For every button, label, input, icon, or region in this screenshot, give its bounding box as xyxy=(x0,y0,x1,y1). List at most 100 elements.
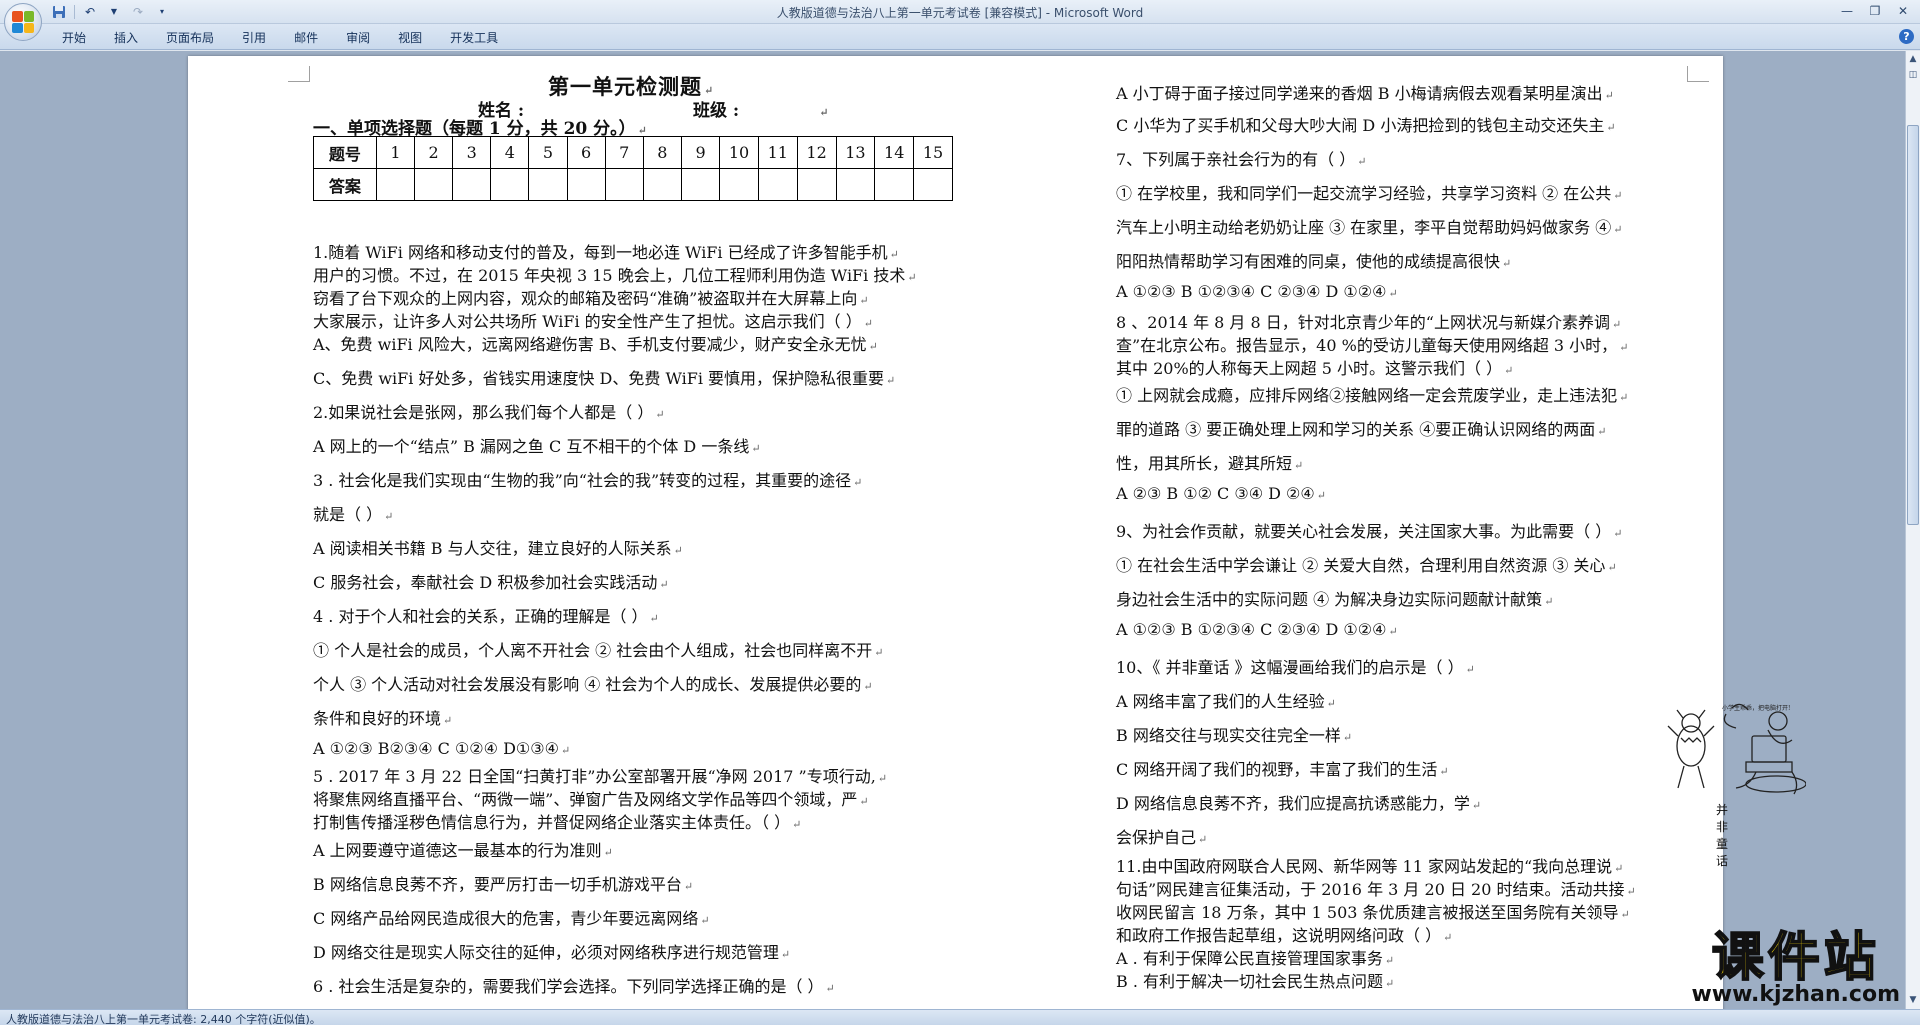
doc-text: C 小华为了买手机和父母大吵大闹 D 小涛把捡到的钱包主动交还失主 xyxy=(1116,116,1605,135)
answer-cell[interactable] xyxy=(452,168,492,201)
doc-text: 4 . 对于个人和社会的关系，正确的理解是（ ） xyxy=(313,607,648,626)
answer-cell[interactable] xyxy=(796,168,837,201)
doc-text: 个人 ③ 个人活动对社会发展没有影响 ④ 社会为个人的成长、发展提供必要的 xyxy=(313,675,862,694)
doc-text: A ①②③ B ①②③④ C ②③④ D ①②④ xyxy=(1116,620,1387,639)
doc-text: 查”在北京公布。报告显示，40 %的受访儿童每天使用网络超 3 小时， xyxy=(1116,336,1618,355)
doc-text: 10、《 并非童话 》这幅漫画给我们的启示是（ ） xyxy=(1116,658,1464,677)
doc-text: 和政府工作报告起草组，这说明网络问政（ ） xyxy=(1116,926,1442,945)
ribbon: 开始 插入 页面布局 引用 邮件 审阅 视图 开发工具 ? xyxy=(0,24,1920,50)
doc-text: B 网络信息良莠不齐，要严厉打击一切手机游戏平台 xyxy=(313,875,682,894)
restore-icon[interactable]: ❐ xyxy=(1862,2,1888,20)
doc-text: 用户的习惯。不过，在 2015 年央视 3 15 晚会上，几位工程师利用伪造 W… xyxy=(313,266,906,285)
watermark-logo: 课件站 www.kjzhan.com xyxy=(1691,929,1900,1007)
doc-text-line: 和政府工作报告起草组，这说明网络问政（ ） ↵ xyxy=(1116,926,1453,945)
doc-text-line: 其中 20%的人称每天上网超 5 小时。这警示我们（ ） ↵ xyxy=(1116,359,1514,378)
doc-text-line: 收网民留言 18 万条，其中 1 503 条优质建言被报送至国务院有关领导 ↵ xyxy=(1116,903,1630,922)
doc-text: C 服务社会，奉献社会 D 积极参加社会实践活动 xyxy=(313,573,658,592)
answer-cell[interactable] xyxy=(528,168,568,201)
doc-text-line: C 小华为了买手机和父母大吵大闹 D 小涛把捡到的钱包主动交还失主 ↵ xyxy=(1116,116,1616,135)
table-cell: 5 xyxy=(528,136,568,169)
doc-text-line: 10、《 并非童话 》这幅漫画给我们的启示是（ ） ↵ xyxy=(1116,658,1475,677)
table-cell: 题号 xyxy=(313,136,377,169)
doc-text-line: ① 在社会生活中学会谦让 ② 关爱大自然，合理利用自然资源 ③ 关心 ↵ xyxy=(1116,556,1617,575)
doc-text-line: 9、为社会作贡献，就要关心社会发展，关注国家大事。为此需要（ ） ↵ xyxy=(1116,522,1623,541)
document-page[interactable]: 第一单元检测题 ↵ 姓名 : 班级 : ↵ 一、单项选择题（每题 1 分，共 20 … xyxy=(188,56,1806,1009)
table-row: 题号 1 2 3 4 5 6 7 8 9 10 11 12 13 14 15 xyxy=(313,136,953,169)
table-row: 答案 xyxy=(313,168,953,201)
doc-text-line: C 网络产品给网民造成很大的危害，青少年要远离网络 ↵ xyxy=(313,909,710,928)
doc-text-line: 将聚焦网络直播平台、“两微一端”、弹窗广告及网络文学作品等四个领域，严 ↵ xyxy=(313,790,869,809)
doc-text-line: 4 . 对于个人和社会的关系，正确的理解是（ ） ↵ xyxy=(313,607,659,626)
watermark-url: www.kjzhan.com xyxy=(1691,982,1900,1007)
doc-text-line: 就是（ ） ↵ xyxy=(313,505,394,524)
doc-text-line: 1.随着 WiFi 网络和移动支付的普及，每到一地必连 WiFi 已经成了许多智… xyxy=(313,243,899,262)
doc-text: A 上网要遵守道德这一最基本的行为准则 xyxy=(313,841,602,860)
doc-text-line: 打制售传播淫秽色情信息行为，并督促网络企业落实主体责任。（ ） ↵ xyxy=(313,813,802,832)
tab-view[interactable]: 视图 xyxy=(384,29,436,47)
doc-text: 9、为社会作贡献，就要关心社会发展，关注国家大事。为此需要（ ） xyxy=(1116,522,1612,541)
doc-text: A ①②③ B ①②③④ C ②③④ D ①②④ xyxy=(1116,282,1387,301)
doc-text: C 网络产品给网民造成很大的危害，青少年要远离网络 xyxy=(313,909,699,928)
answer-cell[interactable] xyxy=(642,168,682,201)
answer-cell[interactable] xyxy=(604,168,644,201)
scrollbar-thumb[interactable] xyxy=(1907,125,1919,525)
doc-text: A . 有利于保障公民直接管理国家事务 xyxy=(1116,949,1383,968)
answer-cell[interactable] xyxy=(680,168,721,201)
doc-text: 阳阳热情帮助学习有困难的同桌，使他的成绩提高很快 xyxy=(1116,252,1501,271)
answer-cell[interactable] xyxy=(757,168,798,201)
doc-text: 5 . 2017 年 3 月 22 日全国“扫黄打非”办公室部署开展“净网 20… xyxy=(313,767,876,786)
doc-text-line: ① 个人是社会的成员，个人离不开社会 ② 社会由个人组成，社会也同样离不开 ↵ xyxy=(313,641,884,660)
scroll-down-icon[interactable]: ▼ xyxy=(1907,994,1919,1007)
answer-cell[interactable] xyxy=(719,168,759,201)
doc-text-line: C 服务社会，奉献社会 D 积极参加社会实践活动 ↵ xyxy=(313,573,669,592)
doc-text: D 网络交往是现实人际交往的延伸，必须对网络秩序进行规范管理 xyxy=(313,943,779,962)
window-title: 人教版道德与法治八上第一单元考试卷 [兼容模式] - Microsoft Wor… xyxy=(776,6,1144,20)
window-controls: — ❐ ✕ xyxy=(1834,2,1916,20)
doc-text: 其中 20%的人称每天上网超 5 小时。这警示我们（ ） xyxy=(1116,359,1503,378)
answer-cell[interactable] xyxy=(413,168,454,201)
margin-corner-mark xyxy=(288,66,310,82)
tab-developer[interactable]: 开发工具 xyxy=(436,29,512,47)
answer-cell[interactable] xyxy=(913,168,953,201)
doc-text-line: C 网络开阔了我们的视野，丰富了我们的生活 ↵ xyxy=(1116,760,1449,779)
doc-text-line: B 网络交往与现实交往完全一样 ↵ xyxy=(1116,726,1353,745)
doc-text-line: A ①②③ B ①②③④ C ②③④ D ①②④ ↵ xyxy=(1116,282,1398,301)
doc-text-line: 性，用其所长，避其所短 ↵ xyxy=(1116,454,1304,473)
doc-text: ① 在学校里，我和同学们一起交流学习经验，共享学习资料 ② 在公共 xyxy=(1116,184,1612,203)
table-cell: 2 xyxy=(413,136,454,169)
answer-cell[interactable] xyxy=(375,168,415,201)
tab-references[interactable]: 引用 xyxy=(228,29,280,47)
doc-text: B . 有利于解决一切社会民生热点问题 xyxy=(1116,972,1384,991)
tab-insert[interactable]: 插入 xyxy=(100,29,152,47)
tab-home[interactable]: 开始 xyxy=(48,29,100,47)
tab-page-layout[interactable]: 页面布局 xyxy=(152,29,228,47)
ruler-toggle-icon[interactable]: ◫ xyxy=(1907,69,1919,82)
office-button[interactable] xyxy=(4,3,42,41)
doc-text-line: D 网络交往是现实人际交往的延伸，必须对网络秩序进行规范管理 ↵ xyxy=(313,943,791,962)
scroll-up-icon[interactable]: ▲ xyxy=(1907,53,1919,66)
vertical-scrollbar[interactable]: ▲ ◫ ▼ xyxy=(1905,51,1920,1009)
doc-text: 1.随着 WiFi 网络和移动支付的普及，每到一地必连 WiFi 已经成了许多智… xyxy=(313,243,888,262)
cartoon-image: 小学生乖乖，把电脑打开! xyxy=(1667,703,1806,795)
doc-text: 6 . 社会生活是复杂的，需要我们学会选择。下列同学选择正确的是（ ） xyxy=(313,977,824,996)
doc-text-line: 身边社会生活中的实际问题 ④ 为解决身边实际问题献计献策 ↵ xyxy=(1116,590,1554,609)
help-icon[interactable]: ? xyxy=(1899,29,1914,44)
doc-text: 会保护自己 xyxy=(1116,828,1197,847)
doc-text: 性，用其所长，避其所短 xyxy=(1116,454,1293,473)
tab-review[interactable]: 审阅 xyxy=(332,29,384,47)
doc-text-line: D 网络信息良莠不齐，我们应提高抗诱惑能力，学 ↵ xyxy=(1116,794,1482,813)
close-icon[interactable]: ✕ xyxy=(1890,2,1916,20)
table-cell: 1 xyxy=(375,136,415,169)
table-cell: 13 xyxy=(835,136,876,169)
doc-text-line: A 网络丰富了我们的人生经验 ↵ xyxy=(1116,692,1336,711)
tab-mailings[interactable]: 邮件 xyxy=(280,29,332,47)
answer-cell[interactable] xyxy=(490,168,530,201)
answer-cell[interactable] xyxy=(566,168,606,201)
minimize-icon[interactable]: — xyxy=(1834,2,1860,20)
answer-cell[interactable] xyxy=(835,168,876,201)
doc-text-line: A ①②③ B ①②③④ C ②③④ D ①②④ ↵ xyxy=(1116,620,1398,639)
doc-text-line: A 网上的一个“结点” B 漏网之鱼 C 互不相干的个体 D 一条线 ↵ xyxy=(313,437,761,456)
answer-cell[interactable] xyxy=(874,168,915,201)
doc-text: 就是（ ） xyxy=(313,505,383,524)
doc-text-line: 罪的道路 ③ 要正确处理上网和学习的关系 ④要正确认识网络的两面 ↵ xyxy=(1116,420,1607,439)
